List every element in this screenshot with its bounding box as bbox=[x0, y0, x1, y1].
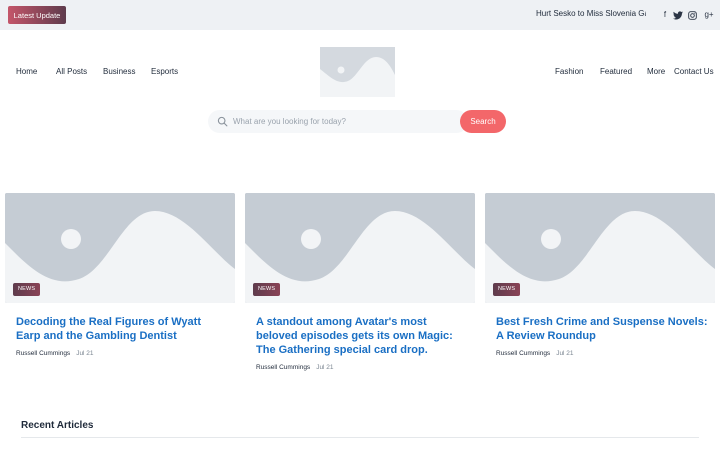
search-button[interactable]: Search bbox=[460, 110, 506, 133]
top-bar: Latest Update Hurt Sesko to Miss Sloveni… bbox=[0, 0, 720, 30]
article-card[interactable]: NEWS A standout among Avatar's most belo… bbox=[245, 193, 475, 371]
image-placeholder-icon bbox=[320, 47, 395, 97]
article-date: Jul 21 bbox=[316, 364, 334, 371]
article-meta: Russell Cummings Jul 21 bbox=[496, 350, 574, 357]
search-icon bbox=[217, 116, 228, 127]
nav-contact-us[interactable]: Contact Us bbox=[674, 67, 714, 76]
search-bar: Search bbox=[208, 110, 506, 133]
article-meta: Russell Cummings Jul 21 bbox=[16, 350, 94, 357]
article-card[interactable]: NEWS Decoding the Real Figures of Wyatt … bbox=[5, 193, 235, 357]
article-author[interactable]: Russell Cummings bbox=[496, 350, 550, 357]
category-badge[interactable]: NEWS bbox=[493, 283, 521, 296]
article-card[interactable]: NEWS Best Fresh Crime and Suspense Novel… bbox=[485, 193, 715, 357]
section-divider bbox=[21, 437, 699, 438]
article-date: Jul 21 bbox=[76, 350, 94, 357]
nav-featured[interactable]: Featured bbox=[600, 67, 632, 76]
nav-esports[interactable]: Esports bbox=[151, 67, 178, 76]
nav-all-posts[interactable]: All Posts bbox=[56, 67, 87, 76]
nav-fashion[interactable]: Fashion bbox=[555, 67, 583, 76]
article-author[interactable]: Russell Cummings bbox=[16, 350, 70, 357]
article-date: Jul 21 bbox=[556, 350, 574, 357]
nav-more[interactable]: More bbox=[647, 67, 665, 76]
facebook-icon[interactable]: f bbox=[660, 9, 670, 21]
category-badge[interactable]: NEWS bbox=[13, 283, 41, 296]
google-plus-icon[interactable]: g+ bbox=[703, 9, 715, 21]
article-title[interactable]: Best Fresh Crime and Suspense Novels: A … bbox=[496, 315, 708, 343]
category-badge[interactable]: NEWS bbox=[253, 283, 281, 296]
latest-update-button[interactable]: Latest Update bbox=[8, 6, 66, 24]
instagram-icon[interactable] bbox=[688, 9, 698, 21]
twitter-icon[interactable] bbox=[673, 9, 683, 21]
search-field bbox=[208, 110, 468, 133]
article-author[interactable]: Russell Cummings bbox=[256, 364, 310, 371]
search-input[interactable] bbox=[233, 110, 458, 133]
nav-business[interactable]: Business bbox=[103, 67, 135, 76]
article-title[interactable]: Decoding the Real Figures of Wyatt Earp … bbox=[16, 315, 228, 343]
nav-home[interactable]: Home bbox=[16, 67, 37, 76]
news-ticker[interactable]: Hurt Sesko to Miss Slovenia Game bbox=[536, 9, 646, 21]
article-meta: Russell Cummings Jul 21 bbox=[256, 364, 334, 371]
article-title[interactable]: A standout among Avatar's most beloved e… bbox=[256, 315, 468, 357]
site-logo[interactable] bbox=[320, 47, 395, 97]
recent-articles-heading: Recent Articles bbox=[21, 420, 94, 431]
